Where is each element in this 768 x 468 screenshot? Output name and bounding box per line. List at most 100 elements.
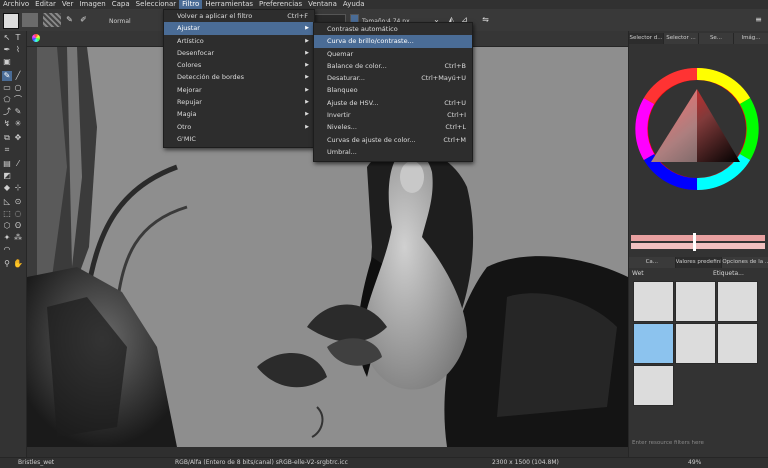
brush-preset[interactable] <box>633 365 674 406</box>
polygon-select-icon[interactable]: ⬡ <box>2 221 12 231</box>
pattern-edit-icon[interactable]: ▣ <box>2 57 12 67</box>
menu-colors[interactable]: Colores ▶ <box>164 59 314 71</box>
menu-reapply-filter[interactable]: Volver a aplicar el filtro Ctrl+F <box>164 10 314 22</box>
menu-color-balance[interactable]: Balance de color... Ctrl+B <box>314 60 472 72</box>
contiguous-select-icon[interactable]: ✦ <box>2 233 12 243</box>
menu-preferencias[interactable]: Preferencias <box>256 0 305 9</box>
foreground-color-swatch[interactable] <box>3 13 19 29</box>
calligraphy-icon[interactable]: ✒ <box>2 45 12 55</box>
menu-adjust[interactable]: Ajustar ▶ <box>164 22 314 35</box>
brush-preset[interactable] <box>633 281 674 322</box>
menu-seleccionar[interactable]: Seleccionar <box>133 0 180 9</box>
menu-artistic[interactable]: Artístico ▶ <box>164 35 314 47</box>
polyline-tool-icon[interactable]: ⌒ <box>13 95 23 105</box>
measure-tool-icon[interactable]: ◺ <box>2 197 12 207</box>
freehand-brush-icon[interactable]: ✎ <box>2 71 12 81</box>
menu-hsv-adjust[interactable]: Ajuste de HSV... Ctrl+U <box>314 97 472 109</box>
toolbox: ↖ T ✒ ⌇ ▣ ✎ ╱ ▭ ○ ⬠ ⌒ ⤴ ✎ ↯ ✳ ⧉ ✥ ⌗ ▤ ⁄ … <box>0 31 27 457</box>
smart-patch-icon[interactable]: ◩ <box>2 171 12 181</box>
menu-imagen[interactable]: Imagen <box>76 0 108 9</box>
menu-enhance[interactable]: Mejorar ▶ <box>164 84 314 96</box>
brush-preset[interactable] <box>717 323 758 364</box>
menu-archivo[interactable]: Archivo <box>0 0 32 9</box>
select-shapes-icon[interactable]: ↖ <box>2 33 12 43</box>
menu-gmic[interactable]: G'MIC <box>164 133 314 145</box>
status-brush: Bristles_wet <box>18 459 55 466</box>
menu-burn[interactable]: Quemar <box>314 48 472 60</box>
line-tool-icon[interactable]: ╱ <box>13 71 23 81</box>
freehand-select-icon[interactable]: ʘ <box>13 221 23 231</box>
text-tool-icon[interactable]: T <box>13 33 23 43</box>
menu-other[interactable]: Otro ▶ <box>164 121 314 133</box>
similar-select-icon[interactable]: ⁂ <box>13 233 23 243</box>
menu-levels[interactable]: Niveles... Ctrl+L <box>314 121 472 133</box>
color-selector-widget[interactable] <box>629 45 768 260</box>
multibrush-icon[interactable]: ✳ <box>13 119 23 129</box>
gradient-swatch[interactable] <box>22 13 38 27</box>
menu-ayuda[interactable]: Ayuda <box>340 0 368 9</box>
fill-tool-icon[interactable]: ◆ <box>2 183 12 193</box>
polygon-tool-icon[interactable]: ⬠ <box>2 95 12 105</box>
pattern-swatch[interactable] <box>43 13 61 27</box>
status-zoom[interactable]: 49% <box>688 459 701 466</box>
brush-preset[interactable] <box>675 323 716 364</box>
tab-image[interactable]: Imág... <box>734 33 768 44</box>
menu-threshold[interactable]: Umbral... <box>314 146 472 158</box>
pan-tool-icon[interactable]: ✋ <box>13 259 23 269</box>
tag-button[interactable]: Etiqueta... <box>713 270 744 277</box>
rectangle-tool-icon[interactable]: ▭ <box>2 83 12 93</box>
brush-preset[interactable] <box>717 281 758 322</box>
menu-color-curves[interactable]: Curvas de ajuste de color... Ctrl+M <box>314 134 472 146</box>
menu-invert[interactable]: Invertir Ctrl+I <box>314 109 472 121</box>
zoom-tool-icon[interactable]: ⚲ <box>2 259 12 269</box>
freehand-path-icon[interactable]: ✎ <box>13 107 23 117</box>
dynamic-brush-icon[interactable]: ↯ <box>2 119 12 129</box>
menu-auto-contrast[interactable]: Contraste automático <box>314 23 472 35</box>
brush-preset-selected[interactable] <box>633 323 674 364</box>
brush-tag-select[interactable]: Wet <box>632 270 644 277</box>
reference-tool-icon[interactable]: ⊙ <box>13 197 23 207</box>
resource-filter-input[interactable]: Enter resource filters here <box>632 440 704 446</box>
workspace-menu-icon[interactable]: ≡ <box>753 14 764 25</box>
menu-brightness-contrast[interactable]: Curva de brillo/contraste... <box>314 35 472 48</box>
menu-capa[interactable]: Capa <box>109 0 133 9</box>
bezier-select-icon[interactable]: ◠ <box>2 245 12 255</box>
path-edit-icon[interactable]: ⌇ <box>13 45 23 55</box>
gradient-tool-icon[interactable]: ▤ <box>2 159 12 169</box>
tab-specific-color-selector[interactable]: Selector ... <box>664 33 699 44</box>
tab-tool-options[interactable]: Opciones de la ... <box>722 257 768 268</box>
menu-herramientas[interactable]: Herramientas <box>202 0 256 9</box>
color-dock-tabs: Selector d... Selector ... Se... Imág... <box>629 33 768 44</box>
rect-select-icon[interactable]: ⬚ <box>2 209 12 219</box>
color-picker-icon[interactable]: ⁄ <box>13 159 23 169</box>
menu-blur[interactable]: Desenfocar ▶ <box>164 47 314 59</box>
move-tool-icon[interactable]: ✥ <box>13 133 23 143</box>
brush-preset[interactable] <box>675 281 716 322</box>
wrap-around-icon[interactable]: ⇋ <box>480 14 491 25</box>
menu-editar[interactable]: Editar <box>32 0 59 9</box>
bezier-tool-icon[interactable]: ⤴ <box>2 107 12 117</box>
document-icon[interactable] <box>32 34 40 42</box>
transform-tool-icon[interactable]: ⧉ <box>2 133 12 143</box>
tab-brush-presets[interactable]: Valores predefini... <box>675 257 723 268</box>
ellipse-tool-icon[interactable]: ○ <box>13 83 23 93</box>
edit-brush-icon[interactable]: ✐ <box>78 14 89 25</box>
filter-menu: Volver a aplicar el filtro Ctrl+F Ajustar… <box>163 9 315 148</box>
tab-layers[interactable]: Ca... <box>629 257 676 268</box>
crop-tool-icon[interactable]: ⌗ <box>2 145 12 155</box>
blend-mode-select[interactable]: Normal <box>109 18 131 25</box>
tab-advanced-color-selector[interactable]: Selector d... <box>629 33 664 44</box>
menu-dodge[interactable]: Blanqueo <box>314 84 472 96</box>
menu-ventana[interactable]: Ventana <box>305 0 340 9</box>
menu-edge-detection[interactable]: Detección de bordes ▶ <box>164 71 314 83</box>
adjust-submenu: Contraste automático Curva de brillo/con… <box>313 22 473 162</box>
menu-emboss[interactable]: Repujar ▶ <box>164 96 314 108</box>
tab-small-selector[interactable]: Se... <box>699 33 734 44</box>
brush-preset-icon[interactable]: ✎ <box>64 14 75 25</box>
menu-magic[interactable]: Magia ▶ <box>164 108 314 120</box>
menu-desaturate[interactable]: Desaturar... Ctrl+Mayú+U <box>314 72 472 84</box>
assistant-tool-icon[interactable]: ⊹ <box>13 183 23 193</box>
menu-ver[interactable]: Ver <box>59 0 76 9</box>
menu-filtro[interactable]: Filtro <box>179 0 203 9</box>
ellipse-select-icon[interactable]: ◌ <box>13 209 23 219</box>
